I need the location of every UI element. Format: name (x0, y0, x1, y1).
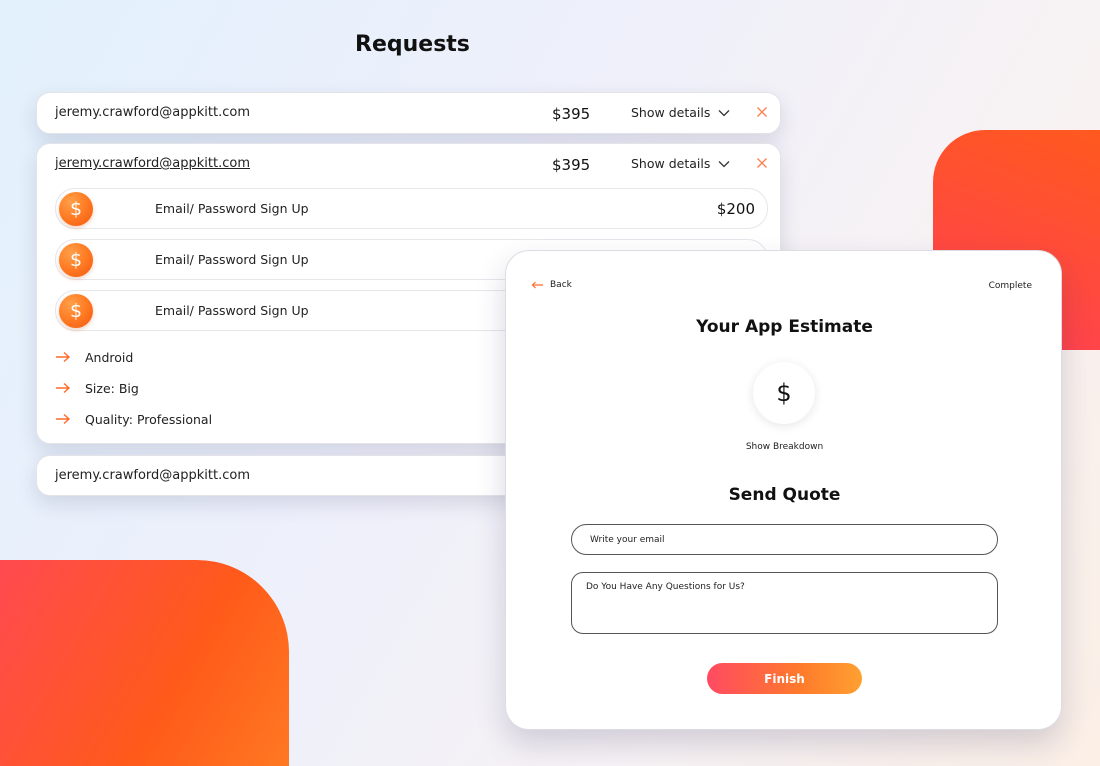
show-breakdown-link[interactable]: Show Breakdown (506, 442, 1063, 452)
questions-input[interactable] (571, 572, 998, 634)
page-title: Requests (355, 32, 470, 57)
arrow-right-icon (56, 413, 71, 425)
complete-step-label: Complete (988, 281, 1032, 291)
request-price: $395 (552, 156, 591, 174)
line-item-label: Email/ Password Sign Up (155, 201, 309, 216)
feature-item: Size: Big (55, 378, 139, 398)
arrow-left-icon (531, 281, 543, 289)
dollar-coin-icon: $ (59, 243, 93, 277)
line-item-label: Email/ Password Sign Up (155, 303, 309, 318)
show-details-toggle[interactable]: Show details (631, 105, 730, 120)
finish-button[interactable]: Finish (707, 663, 862, 694)
back-label: Back (550, 280, 572, 290)
request-price: $395 (552, 105, 591, 123)
feature-label: Size: Big (85, 380, 139, 396)
close-icon[interactable] (756, 106, 768, 118)
dollar-coin-icon: $ (59, 294, 93, 328)
line-item: $ Email/ Password Sign Up $200 (55, 188, 768, 229)
close-icon[interactable] (756, 157, 768, 169)
estimate-modal: Back Complete Your App Estimate $ Show B… (505, 250, 1062, 730)
request-card-header: jeremy.crawford@appkitt.com $395 Show de… (37, 144, 780, 185)
request-card: jeremy.crawford@appkitt.com $395 Show de… (36, 92, 781, 134)
chevron-down-icon (718, 109, 730, 116)
back-button[interactable]: Back (531, 280, 572, 290)
estimate-title: Your App Estimate (696, 317, 873, 337)
line-item-price: $200 (716, 200, 755, 218)
request-email[interactable]: jeremy.crawford@appkitt.com (55, 156, 250, 171)
line-item-label: Email/ Password Sign Up (155, 252, 309, 267)
chevron-down-icon (718, 160, 730, 167)
request-card-header: jeremy.crawford@appkitt.com $395 Show de… (37, 93, 780, 134)
arrow-right-icon (56, 351, 71, 363)
feature-item: Quality: Professional (55, 409, 212, 429)
request-email: jeremy.crawford@appkitt.com (55, 105, 250, 120)
email-input[interactable] (571, 524, 998, 555)
dollar-coin-icon: $ (59, 192, 93, 226)
show-details-label: Show details (631, 156, 711, 171)
decorative-blob-left (0, 560, 289, 766)
dollar-icon[interactable]: $ (753, 362, 815, 424)
feature-item: Android (55, 347, 133, 367)
feature-label: Android (85, 349, 134, 365)
arrow-right-icon (56, 382, 71, 394)
feature-label: Quality: Professional (85, 411, 213, 427)
show-details-label: Show details (631, 105, 711, 120)
send-quote-title: Send Quote (728, 485, 841, 505)
show-details-toggle[interactable]: Show details (631, 156, 730, 171)
request-email: jeremy.crawford@appkitt.com (55, 468, 250, 483)
